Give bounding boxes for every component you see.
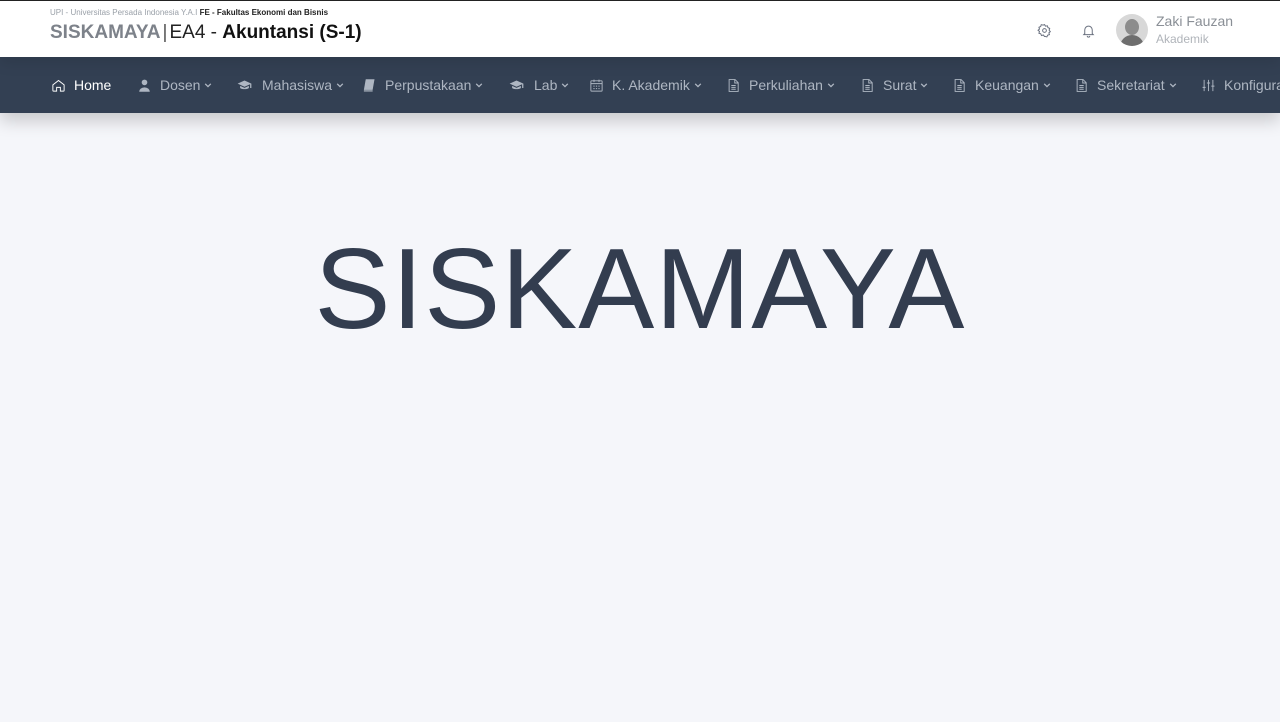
chevron-down-icon <box>475 81 483 89</box>
title-dash: - <box>205 22 223 43</box>
settings-gear-icon[interactable] <box>1035 21 1053 39</box>
user-role: Akademik <box>1156 32 1209 46</box>
chevron-down-icon <box>336 81 344 89</box>
chevron-down-icon <box>920 81 928 89</box>
user-name[interactable]: Zaki Fauzan <box>1156 13 1233 30</box>
book-icon <box>361 77 377 93</box>
nav-item-sekretariat[interactable]: Sekretariat <box>1073 57 1177 113</box>
chevron-down-icon <box>694 81 702 89</box>
program-name: Akuntansi (S-1) <box>222 22 362 43</box>
nav-item-label: Surat <box>883 77 917 93</box>
nav-item-label: Sekretariat <box>1097 77 1165 93</box>
faculty-name: FE - Fakultas Ekonomi dan Bisnis <box>199 8 329 17</box>
nav-item-keuangan[interactable]: Keuangan <box>951 57 1051 113</box>
notification-bell-icon[interactable] <box>1079 21 1097 39</box>
calendar-icon <box>588 77 604 93</box>
nav-item-label: K. Akademik <box>612 77 690 93</box>
brand-name[interactable]: SISKAMAYA <box>50 22 161 43</box>
nav-item-dosen[interactable]: Dosen <box>136 57 212 113</box>
nav-item-mahasiswa[interactable]: Mahasiswa <box>234 57 344 113</box>
nav-item-konfigurasi[interactable]: Konfigurasi <box>1200 57 1280 113</box>
graduation-cap-icon <box>234 77 254 93</box>
chevron-down-icon <box>1169 81 1177 89</box>
nav-item-label: Mahasiswa <box>262 77 333 93</box>
nav-item-label: Lab <box>534 77 558 93</box>
app-title: SISKAMAYA | EA4 - Akuntansi (S-1) <box>50 21 362 45</box>
nav-item-perkuliahan[interactable]: Perkuliahan <box>725 57 835 113</box>
graduation-cap-icon <box>506 77 526 93</box>
chevron-down-icon <box>1043 81 1051 89</box>
title-separator: | <box>162 22 168 43</box>
main-navbar: Home Dosen Mahasiswa Perpustakaan Lab K. <box>0 57 1280 113</box>
user-icon <box>136 77 152 93</box>
nav-item-label: Keuangan <box>975 77 1039 93</box>
nav-item-home[interactable]: Home <box>50 57 111 113</box>
nav-item-label: Dosen <box>160 77 201 93</box>
document-icon <box>951 77 967 93</box>
nav-item-surat[interactable]: Surat <box>859 57 928 113</box>
top-header: UPI - Universitas Persada Indonesia Y.A.… <box>0 0 1280 57</box>
sliders-icon <box>1200 77 1216 93</box>
document-icon <box>725 77 741 93</box>
nav-item-label: Home <box>74 77 112 93</box>
home-icon <box>50 77 66 93</box>
university-name: UPI - Universitas Persada Indonesia Y.A.… <box>50 8 198 17</box>
nav-item-label: Konfigurasi <box>1224 77 1280 93</box>
nav-item-label: Perpustakaan <box>385 77 472 93</box>
chevron-down-icon <box>204 81 212 89</box>
nav-item-perpustakaan[interactable]: Perpustakaan <box>361 57 483 113</box>
nav-item-k-akademik[interactable]: K. Akademik <box>588 57 702 113</box>
nav-item-label: Perkuliahan <box>749 77 823 93</box>
document-icon <box>859 77 875 93</box>
nav-item-lab[interactable]: Lab <box>506 57 569 113</box>
hero-title: SISKAMAYA <box>314 226 966 353</box>
organization-line: UPI - Universitas Persada Indonesia Y.A.… <box>50 8 328 18</box>
chevron-down-icon <box>827 81 835 89</box>
program-code: EA4 <box>169 22 206 43</box>
user-avatar[interactable] <box>1116 14 1148 46</box>
chevron-down-icon <box>561 81 569 89</box>
document-icon <box>1073 77 1089 93</box>
